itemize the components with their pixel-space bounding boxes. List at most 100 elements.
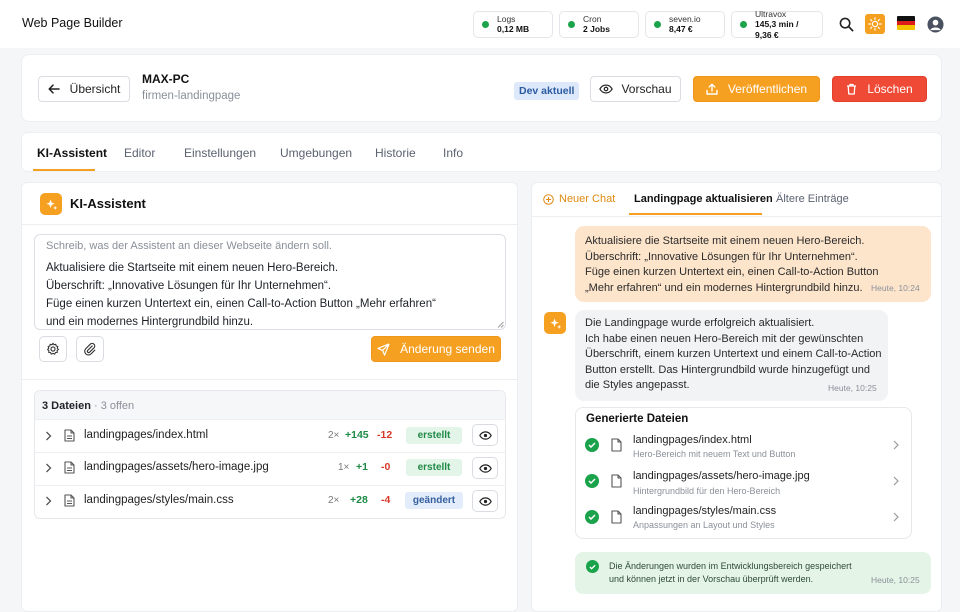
search-icon[interactable] (836, 14, 856, 34)
file-name: landingpages/assets/hero-image.jpg (84, 461, 269, 473)
divider (532, 216, 941, 217)
send-change-button[interactable]: Änderung senden (371, 336, 501, 362)
stat-ultravox[interactable]: Ultravox 145,3 min / 9,36 € (731, 9, 823, 40)
stat-value: 0,12 MB (497, 24, 530, 34)
files-open-label: · 3 offen (93, 400, 135, 412)
paperclip-icon (84, 342, 96, 356)
back-label: Übersicht (69, 82, 121, 96)
tab-bar (21, 132, 942, 172)
generated-file-name[interactable]: landingpages/styles/main.css (633, 505, 776, 517)
site-slug: firmen-landingpage (142, 90, 241, 102)
user-message-time: Heute, 10:24 (871, 283, 920, 293)
file-added: +1 (356, 461, 368, 473)
sparkle-icon (40, 193, 62, 215)
upload-icon (706, 83, 718, 95)
stat-cron[interactable]: Cron 2 Jobs (559, 11, 639, 38)
view-file-button[interactable] (472, 424, 498, 446)
file-icon (64, 429, 75, 442)
chevron-right-icon[interactable] (45, 431, 52, 441)
generated-files-title: Generierte Dateien (586, 413, 689, 425)
generated-file-name[interactable]: landingpages/assets/hero-image.jpg (633, 470, 810, 482)
generated-file-desc: Hero-Bereich mit neuem Text und Button (633, 449, 796, 459)
file-icon (611, 438, 622, 452)
generated-file-desc: Hintergrundbild für den Hero-Bereich (633, 486, 781, 496)
assistant-title: KI-Assistent (70, 196, 146, 211)
stat-sevenio[interactable]: seven.io 8,47 € (645, 11, 725, 38)
success-message-time: Heute, 10:25 (871, 575, 920, 585)
preview-label: Vorschau (621, 82, 672, 96)
settings-button[interactable] (39, 336, 67, 362)
tab-einstellungen[interactable]: Einstellungen (184, 146, 256, 160)
send-icon (377, 342, 390, 356)
file-times: 2× (328, 430, 340, 441)
check-circle-icon (586, 560, 599, 573)
check-circle-icon (585, 510, 599, 524)
dev-status-badge: Dev aktuell (514, 82, 580, 100)
chevron-right-icon[interactable] (45, 496, 52, 506)
file-icon (611, 474, 622, 488)
stat-logs[interactable]: Logs 0,12 MB (473, 11, 553, 38)
tab-editor[interactable]: Editor (124, 146, 155, 160)
chevron-right-icon[interactable] (893, 440, 899, 450)
chat-tab-older[interactable]: Ältere Einträge (776, 193, 849, 205)
delete-label: Löschen (867, 82, 913, 96)
tab-ki-assistent[interactable]: KI-Assistent (37, 146, 107, 160)
tab-umgebungen[interactable]: Umgebungen (280, 146, 352, 160)
stat-value: 2 Jobs (583, 24, 610, 34)
sun-icon[interactable] (865, 14, 885, 34)
stat-value: 145,3 min / 9,36 € (755, 18, 799, 40)
user-avatar-icon[interactable] (925, 14, 945, 34)
success-message: Die Änderungen wurden im Entwicklungsber… (609, 561, 852, 584)
stat-label: Logs (497, 14, 516, 24)
generated-file-name[interactable]: landingpages/index.html (633, 434, 752, 446)
view-file-button[interactable] (472, 490, 498, 512)
file-name: landingpages/index.html (84, 429, 209, 441)
new-chat-button[interactable]: Neuer Chat (543, 193, 615, 205)
active-tab-indicator (33, 169, 95, 171)
arrow-left-icon (48, 84, 60, 94)
publish-button[interactable]: Veröffentlichen (693, 76, 820, 102)
tab-info[interactable]: Info (443, 146, 463, 160)
resize-handle-icon[interactable] (497, 321, 504, 328)
german-flag-icon[interactable] (897, 16, 915, 30)
prompt-text: Aktualisiere die Startseite mit einem ne… (46, 262, 436, 328)
stat-value: 8,47 € (669, 24, 693, 34)
gear-icon (47, 342, 59, 355)
file-times: 2× (328, 495, 340, 506)
site-name: MAX-PC (142, 72, 190, 86)
chat-tab-active[interactable]: Landingpage aktualisieren (634, 193, 773, 205)
eye-icon (478, 496, 492, 506)
generated-file-desc: Anpassungen an Layout und Styles (633, 520, 775, 530)
attach-button[interactable] (76, 336, 104, 362)
back-button[interactable]: Übersicht (38, 76, 130, 102)
check-circle-icon (585, 438, 599, 452)
delete-button[interactable]: Löschen (832, 76, 927, 102)
file-removed: -12 (377, 429, 393, 441)
divider (22, 379, 517, 380)
file-added: +145 (345, 429, 369, 441)
app-title: Web Page Builder (22, 16, 123, 30)
files-count: 3 Dateien · 3 offen (42, 400, 134, 412)
check-circle-icon (585, 474, 599, 488)
new-chat-label: Neuer Chat (559, 193, 616, 205)
eye-icon (478, 430, 492, 440)
file-icon (64, 461, 75, 474)
tab-historie[interactable]: Historie (375, 146, 416, 160)
status-dot-icon (740, 21, 747, 28)
file-times: 1× (338, 462, 350, 473)
chat-tab-indicator (629, 213, 762, 215)
prompt-placeholder: Schreib, was der Assistent an dieser Web… (46, 240, 332, 252)
view-file-button[interactable] (472, 457, 498, 479)
file-added: +28 (350, 494, 368, 506)
assistant-avatar-sparkle-icon (544, 312, 566, 334)
file-status-badge: erstellt (406, 427, 462, 444)
chevron-right-icon[interactable] (893, 476, 899, 486)
send-label: Änderung senden (400, 342, 495, 356)
chevron-right-icon[interactable] (893, 512, 899, 522)
chevron-right-icon[interactable] (45, 463, 52, 473)
stat-label: Cron (583, 14, 602, 24)
eye-icon (478, 463, 492, 473)
files-count-label: 3 Dateien (42, 400, 91, 412)
preview-button[interactable]: Vorschau (590, 76, 681, 102)
file-icon (64, 494, 75, 507)
